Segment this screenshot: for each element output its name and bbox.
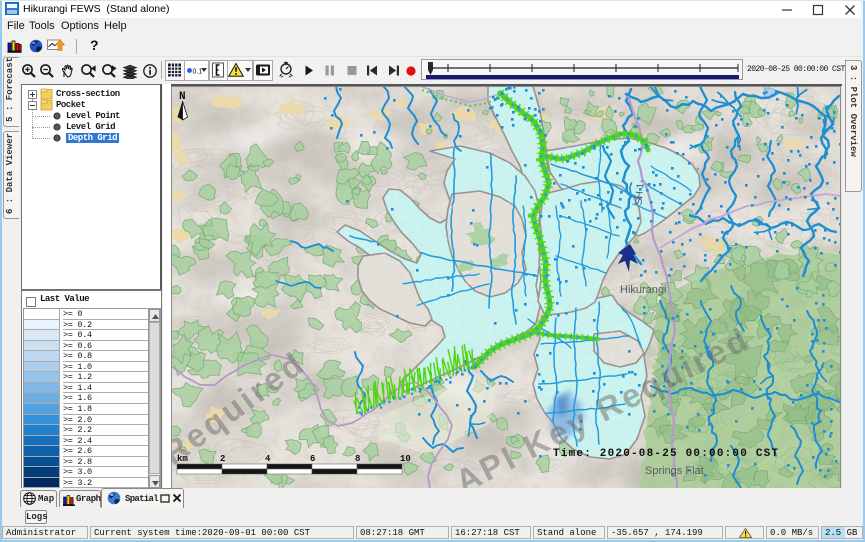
svg-text:km: km	[177, 454, 188, 464]
svg-text:?: ?	[90, 38, 99, 53]
svg-text:Time: 2020-08-25 00:00:00 CST: Time: 2020-08-25 00:00:00 CST	[553, 448, 779, 460]
svg-text:SH 1: SH 1	[634, 182, 647, 206]
svg-text:8: 8	[355, 454, 360, 464]
svg-text:2: 2	[220, 454, 225, 464]
svg-text:4: 4	[265, 454, 271, 464]
svg-text:6: 6	[310, 454, 315, 464]
svg-text:10: 10	[400, 454, 411, 464]
svg-text:Hikurangi: Hikurangi	[620, 284, 666, 296]
svg-text:Springs Flat: Springs Flat	[645, 465, 704, 477]
